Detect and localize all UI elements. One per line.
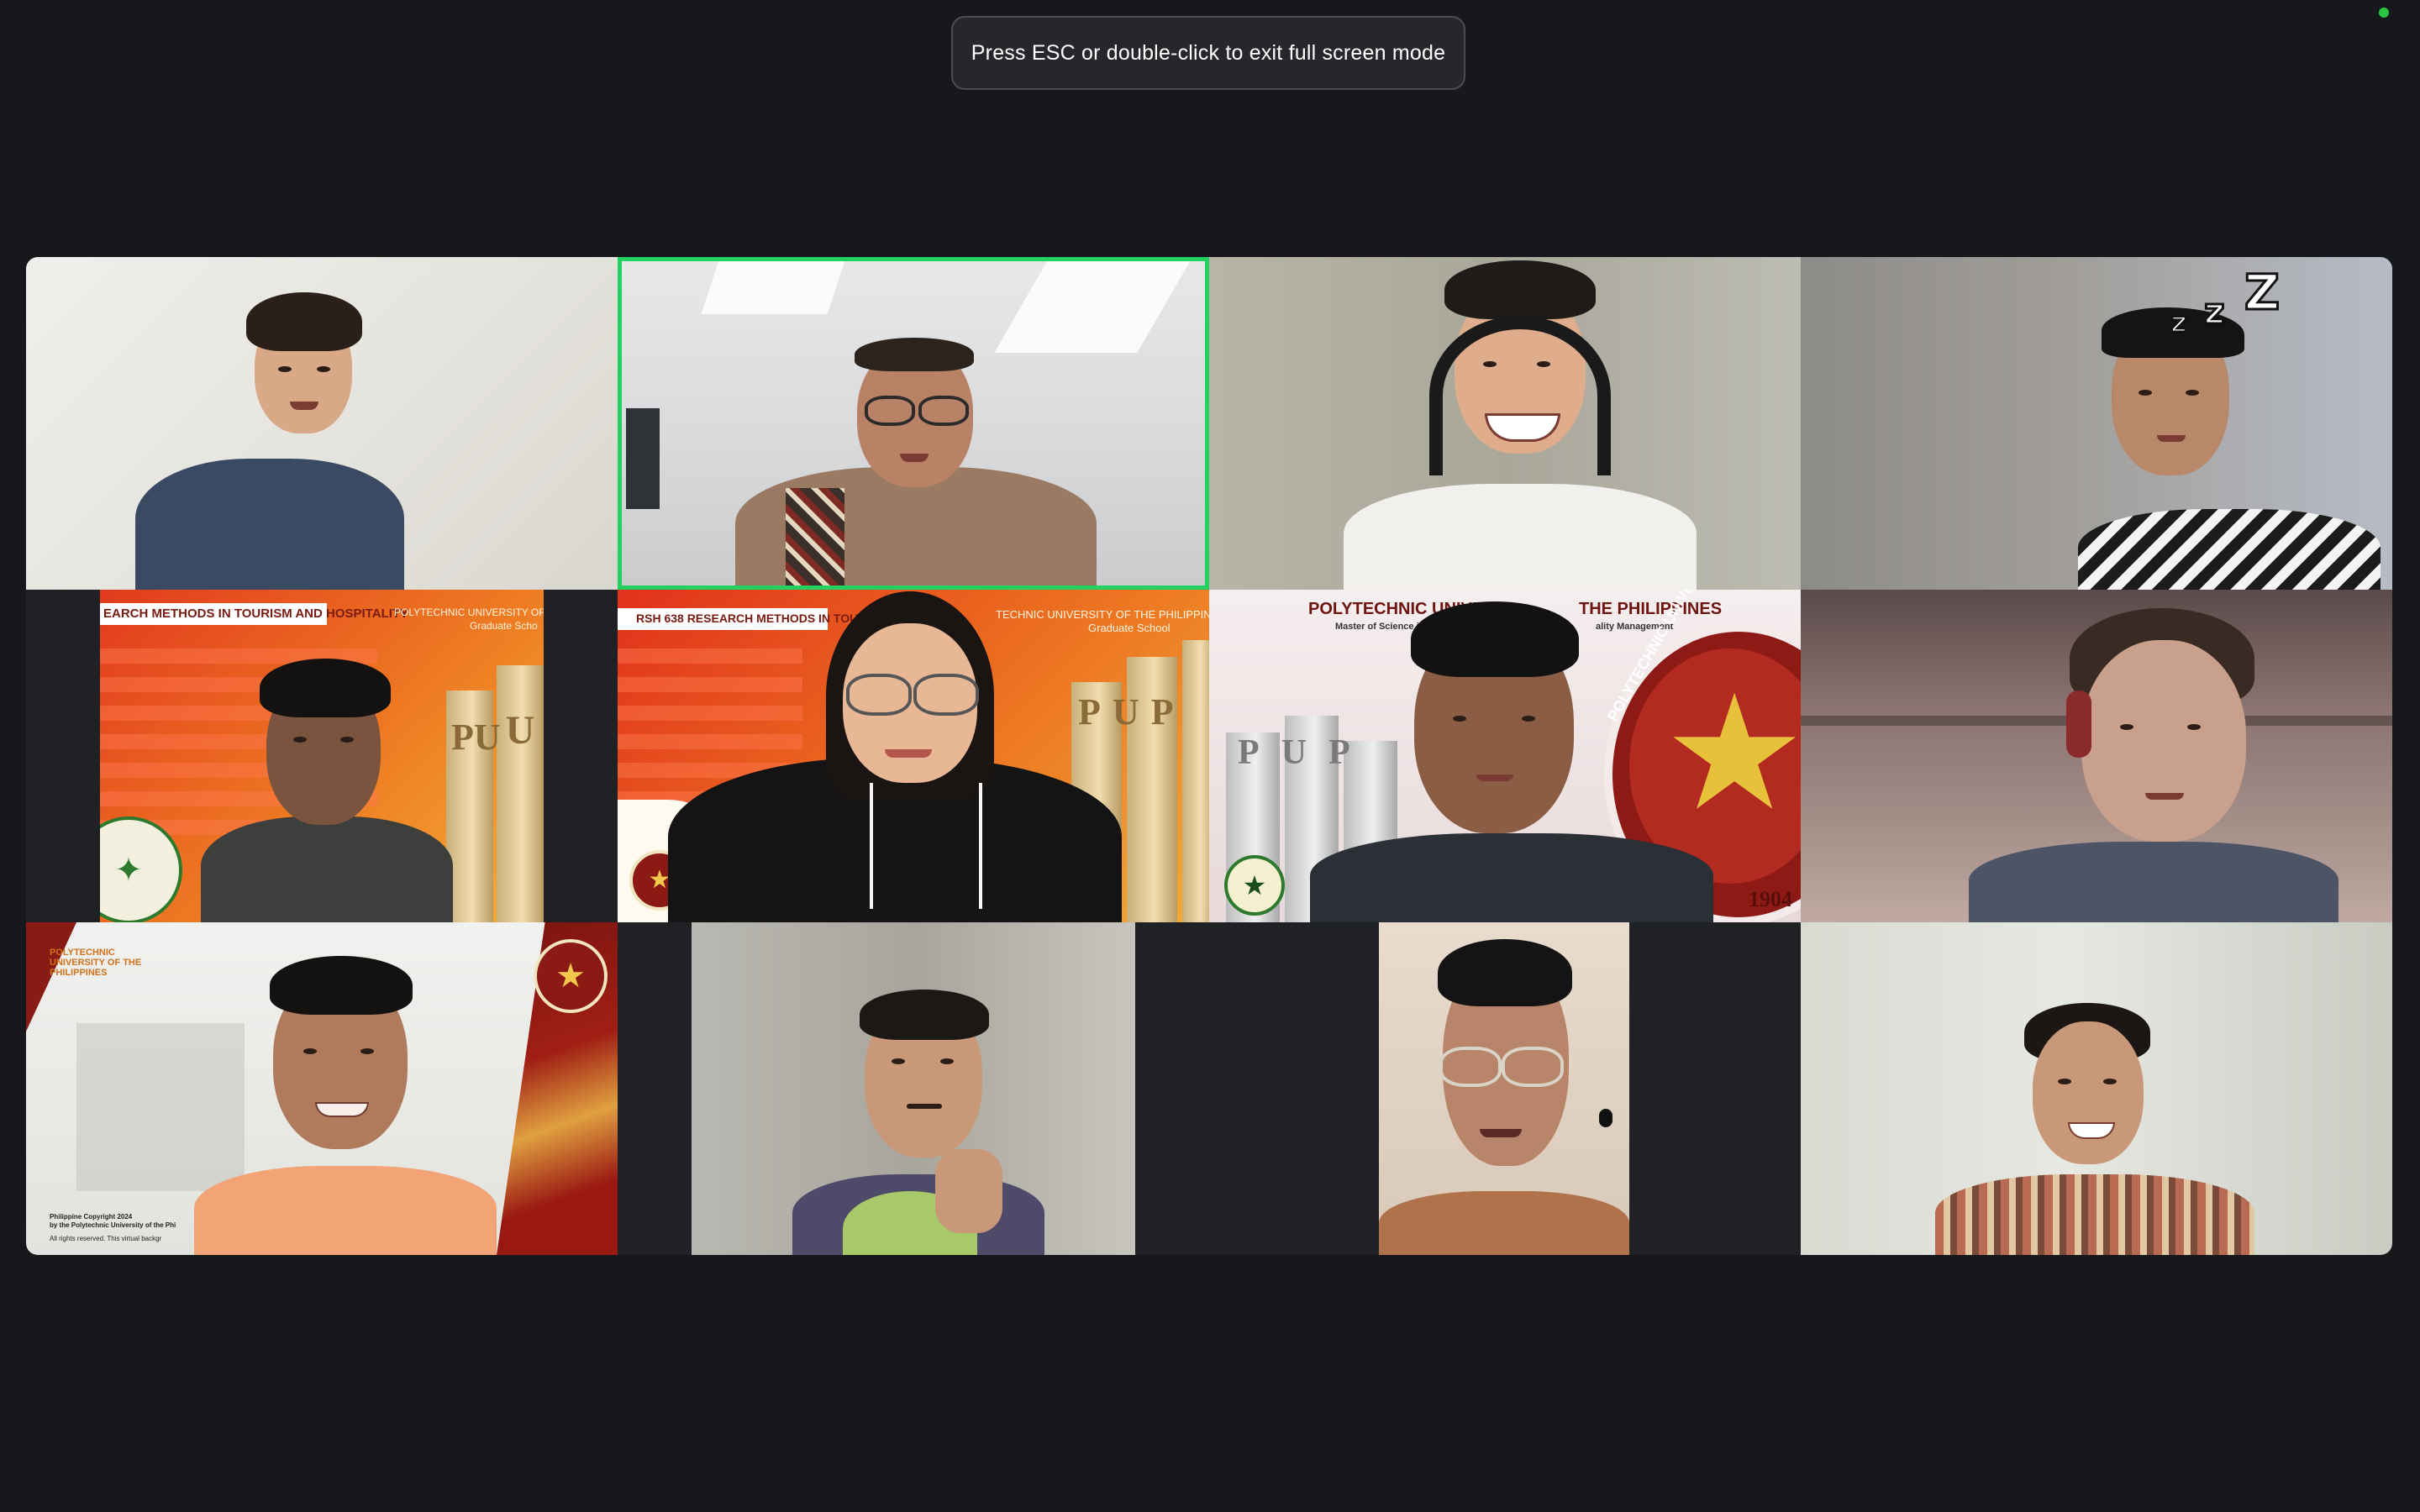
background-copyright-line-1: Philippine Copyright 2024 bbox=[50, 1213, 133, 1221]
status-indicator-dot bbox=[2379, 8, 2389, 18]
fullscreen-exit-hint[interactable]: Press ESC or double-click to exit full s… bbox=[951, 16, 1465, 90]
background-seal-year: 1904 bbox=[1749, 887, 1792, 911]
background-school-name: Graduate Scho bbox=[470, 620, 538, 632]
video-tile[interactable] bbox=[26, 257, 618, 590]
video-tile[interactable] bbox=[1801, 922, 2392, 1255]
virtual-background: EARCH METHODS IN TOURISM AND HOSPITALITY… bbox=[100, 590, 544, 922]
video-feed bbox=[1801, 922, 2392, 1255]
background-copyright-line-3: All rights reserved. This virtual backgr bbox=[50, 1235, 162, 1242]
sleeping-zzz-icon: z bbox=[2170, 305, 2189, 341]
video-feed bbox=[1801, 590, 2392, 922]
video-tile[interactable]: POLYTECHNIC UNIVERSITY OF THE PHILIPPINE… bbox=[26, 922, 618, 1255]
background-university-line-2: UNIVERSITY OF THE bbox=[50, 958, 142, 968]
sleeping-zzz-icon: z bbox=[2202, 290, 2226, 333]
background-school-name: Graduate School bbox=[1088, 622, 1171, 634]
video-feed bbox=[1209, 257, 1801, 590]
video-feed: z z Z bbox=[1801, 257, 2392, 590]
background-university-line-3: PHILIPPINES bbox=[50, 968, 108, 978]
video-feed bbox=[692, 922, 1135, 1255]
star-emblem-icon: ★ bbox=[1663, 664, 1801, 843]
video-feed bbox=[618, 257, 1209, 590]
background-university-name: TECHNIC UNIVERSITY OF THE PHILIPPINES bbox=[996, 608, 1209, 621]
video-gallery-grid: z z Z EARCH METHODS IN TOURISM AND HOSPI… bbox=[26, 257, 2392, 1255]
video-tile[interactable]: z z Z bbox=[1801, 257, 2392, 590]
background-copyright-line-2: by the Polytechnic University of the Phi bbox=[50, 1221, 176, 1229]
zoom-fullscreen-window: Press ESC or double-click to exit full s… bbox=[0, 0, 2420, 1512]
video-tile[interactable] bbox=[1209, 257, 1801, 590]
virtual-background: POLYTECHNIC UNIVERSITY OF THE PHILIPPINE… bbox=[26, 922, 618, 1255]
video-tile[interactable]: EARCH METHODS IN TOURISM AND HOSPITALITY… bbox=[26, 590, 618, 922]
background-university-line-1: POLYTECHNIC bbox=[50, 948, 115, 958]
video-feed bbox=[26, 257, 618, 590]
background-program-name: Master of Science in bbox=[1335, 622, 1425, 632]
background-pillar-letters: PU bbox=[451, 717, 501, 758]
video-tile[interactable] bbox=[1209, 922, 1801, 1255]
background-university-name-suffix: THE PHILIPPINES bbox=[1579, 600, 1723, 618]
background-pillar-letters: PUP bbox=[1078, 691, 1186, 732]
virtual-background: RSH 638 RESEARCH METHODS IN TOURISM A TE… bbox=[618, 590, 1209, 922]
background-university-name: POLYTECHNIC UNIVERSITY OF TH bbox=[394, 606, 544, 618]
video-tile[interactable]: POLYTECHNIC UNIVERSI THE PHILIPPINES Mas… bbox=[1209, 590, 1801, 922]
video-tile-active-speaker[interactable] bbox=[618, 257, 1209, 590]
background-pillar-letters: PUP bbox=[1238, 733, 1372, 772]
video-tile[interactable]: RSH 638 RESEARCH METHODS IN TOURISM A TE… bbox=[618, 590, 1209, 922]
video-tile[interactable] bbox=[618, 922, 1209, 1255]
video-tile[interactable] bbox=[1801, 590, 2392, 922]
virtual-background: POLYTECHNIC UNIVERSI THE PHILIPPINES Mas… bbox=[1209, 590, 1801, 922]
background-course-title: EARCH METHODS IN TOURISM AND HOSPITALITY bbox=[103, 606, 409, 621]
fullscreen-exit-hint-text: Press ESC or double-click to exit full s… bbox=[971, 40, 1446, 65]
video-feed bbox=[1379, 922, 1629, 1255]
sleeping-zzz-icon: Z bbox=[2243, 263, 2281, 323]
